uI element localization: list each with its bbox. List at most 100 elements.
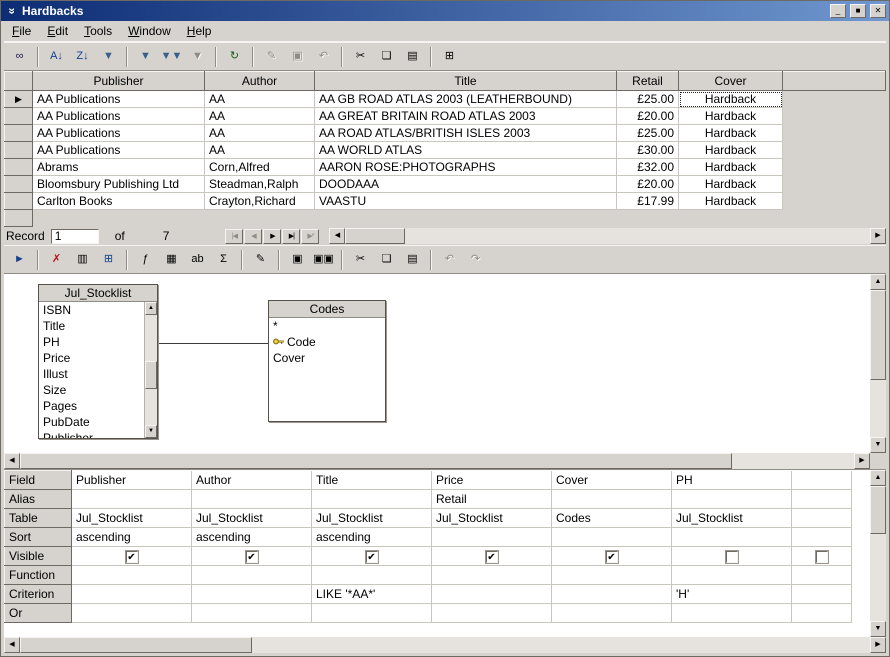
grid-table-col7[interactable] xyxy=(792,509,852,528)
grid-criterion-col2[interactable] xyxy=(192,585,312,604)
grid-function-col3[interactable] xyxy=(312,566,432,585)
grid-row-label-sort[interactable]: Sort xyxy=(5,528,72,547)
grid-field-col7[interactable] xyxy=(792,471,852,490)
clear-query-icon[interactable]: ✗ xyxy=(45,249,68,270)
visible-checkbox[interactable]: ✔ xyxy=(126,551,138,563)
scroll-right-icon[interactable]: ▶ xyxy=(854,453,870,469)
cell-title[interactable]: AARON ROSE:PHOTOGRAPHS xyxy=(315,159,617,176)
field-item[interactable]: * xyxy=(269,318,385,334)
cell-retail[interactable]: £32.00 xyxy=(617,159,679,176)
copy-icon[interactable]: ❏ xyxy=(375,249,398,270)
column-header-author[interactable]: Author xyxy=(205,72,315,91)
window-menu-icon[interactable]: « xyxy=(4,4,18,18)
cell-cover[interactable]: Hardback xyxy=(679,125,783,142)
grid-sort-col3[interactable]: ascending xyxy=(312,528,432,547)
grid-or-col2[interactable] xyxy=(192,604,312,623)
switch-design-view-icon[interactable]: ▥ xyxy=(71,249,94,270)
cell-author[interactable]: AA xyxy=(205,125,315,142)
scrollbar-track[interactable] xyxy=(145,315,157,425)
grid-criterion-col1[interactable] xyxy=(72,585,192,604)
design-table-title[interactable]: Codes xyxy=(269,301,385,318)
grid-sort-col7[interactable] xyxy=(792,528,852,547)
cell-publisher[interactable]: AA Publications xyxy=(33,125,205,142)
grid-field-col6[interactable]: PH xyxy=(672,471,792,490)
grid-alias-col5[interactable] xyxy=(552,490,672,509)
scrollbar-thumb[interactable] xyxy=(870,290,886,380)
visible-checkbox[interactable]: ✔ xyxy=(486,551,498,563)
grid-or-col3[interactable] xyxy=(312,604,432,623)
scroll-left-icon[interactable]: ◀ xyxy=(4,453,20,469)
cell-title[interactable]: DOODAAA xyxy=(315,176,617,193)
scroll-right-icon[interactable]: ▶ xyxy=(870,637,886,653)
column-header-cover[interactable]: Cover xyxy=(679,72,783,91)
grid-row-label-function[interactable]: Function xyxy=(5,566,72,585)
paste-icon[interactable]: ▤ xyxy=(401,249,424,270)
row-selector[interactable] xyxy=(5,142,33,159)
last-record-button[interactable]: ▶| xyxy=(282,229,300,244)
functions-icon[interactable]: ƒ xyxy=(134,249,157,270)
grid-row-label-field[interactable]: Field xyxy=(5,471,72,490)
row-selector[interactable]: ▶ xyxy=(5,91,33,108)
minimize-button[interactable]: _ xyxy=(830,4,846,18)
grid-field-col5[interactable]: Cover xyxy=(552,471,672,490)
grid-or-col6[interactable] xyxy=(672,604,792,623)
cell-author[interactable]: AA xyxy=(205,108,315,125)
scroll-down-icon[interactable]: ▼ xyxy=(870,621,886,637)
find-record-icon[interactable]: ∞ xyxy=(8,46,31,67)
visible-checkbox[interactable]: ✔ xyxy=(366,551,378,563)
edit-icon[interactable]: ✎ xyxy=(249,249,272,270)
grid-criterion-col3[interactable]: LIKE '*AA*' xyxy=(312,585,432,604)
grid-field-col2[interactable]: Author xyxy=(192,471,312,490)
scrollbar-track[interactable] xyxy=(20,637,870,653)
grid-alias-col3[interactable] xyxy=(312,490,432,509)
grid-or-col7[interactable] xyxy=(792,604,852,623)
scroll-right-icon[interactable]: ▶ xyxy=(870,228,886,244)
cell-publisher[interactable]: Bloomsbury Publishing Ltd xyxy=(33,176,205,193)
apply-filter-icon[interactable]: ▼ xyxy=(134,46,157,67)
grid-sort-col5[interactable] xyxy=(552,528,672,547)
menu-tools[interactable]: Tools xyxy=(76,21,120,41)
scroll-up-icon[interactable]: ▲ xyxy=(870,274,886,290)
column-header-title[interactable]: Title xyxy=(315,72,617,91)
grid-alias-col2[interactable] xyxy=(192,490,312,509)
grid-visible-col5[interactable]: ✔ xyxy=(552,547,672,566)
scrollbar-thumb[interactable] xyxy=(20,453,732,469)
grid-table-col2[interactable]: Jul_Stocklist xyxy=(192,509,312,528)
row-selector[interactable] xyxy=(5,176,33,193)
grid-criterion-col4[interactable] xyxy=(432,585,552,604)
grid-row-label-alias[interactable]: Alias xyxy=(5,490,72,509)
cell-cover[interactable]: Hardback xyxy=(679,176,783,193)
column-header-retail[interactable]: Retail xyxy=(617,72,679,91)
grid-visible-col3[interactable]: ✔ xyxy=(312,547,432,566)
menu-window[interactable]: Window xyxy=(120,21,179,41)
row-selector[interactable] xyxy=(5,159,33,176)
grid-row-label-visible[interactable]: Visible xyxy=(5,547,72,566)
alias-icon[interactable]: ab xyxy=(186,249,209,270)
grid-or-col1[interactable] xyxy=(72,604,192,623)
cell-retail[interactable]: £25.00 xyxy=(617,125,679,142)
distinct-values-icon[interactable]: Σ xyxy=(212,249,235,270)
menu-file[interactable]: File xyxy=(4,21,39,41)
row-selector[interactable] xyxy=(5,108,33,125)
cut-icon[interactable]: ✂ xyxy=(349,249,372,270)
grid-criterion-col7[interactable] xyxy=(792,585,852,604)
design-table-codes[interactable]: Codes*CodeCover xyxy=(268,300,386,422)
scrollbar-track[interactable] xyxy=(20,453,854,469)
titlebar[interactable]: « Hardbacks _ ■ ✕ xyxy=(1,1,889,21)
row-selector[interactable] xyxy=(5,193,33,210)
scrollbar-track[interactable] xyxy=(870,290,886,437)
scrollbar-thumb[interactable] xyxy=(870,486,886,534)
grid-row-label-criterion[interactable]: Criterion xyxy=(5,585,72,604)
field-item[interactable]: Size xyxy=(39,382,157,398)
field-item[interactable]: PH xyxy=(39,334,157,350)
data-to-text-icon[interactable]: ⊞ xyxy=(438,46,461,67)
scroll-up-icon[interactable]: ▲ xyxy=(870,470,886,486)
grid-visible-col6[interactable] xyxy=(672,547,792,566)
grid-function-col4[interactable] xyxy=(432,566,552,585)
grid-sort-col2[interactable]: ascending xyxy=(192,528,312,547)
grid-function-col5[interactable] xyxy=(552,566,672,585)
field-item[interactable]: ISBN xyxy=(39,302,157,318)
copy-icon[interactable]: ❏ xyxy=(375,46,398,67)
grid-field-col3[interactable]: Title xyxy=(312,471,432,490)
grid-table-col5[interactable]: Codes xyxy=(552,509,672,528)
